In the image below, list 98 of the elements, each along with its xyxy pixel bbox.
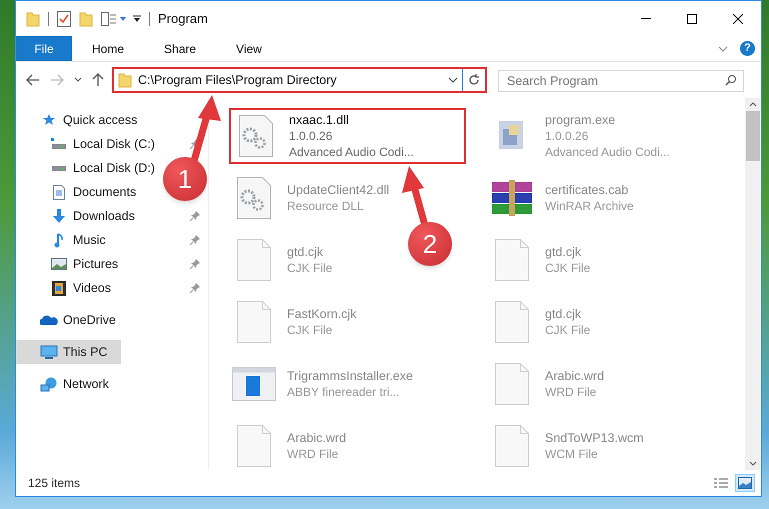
annotation-arrow — [402, 166, 428, 226]
file-detail: WinRAR Archive — [545, 198, 634, 214]
film-icon — [52, 280, 66, 296]
file-detail: WCM File — [545, 446, 599, 462]
file-name: SndToWP13.wcm — [545, 430, 644, 446]
ribbon-tab[interactable]: Share — [148, 36, 212, 61]
new-folder-icon — [79, 10, 93, 26]
monitor-icon — [40, 344, 58, 360]
search-icon — [725, 74, 737, 86]
file-name: TrigrammsInstaller.exe — [287, 368, 413, 384]
blank-document-icon — [495, 425, 529, 467]
file-detail: 1.0.0.26 — [289, 128, 334, 144]
scroll-thumb[interactable] — [746, 111, 760, 161]
sidebar-item[interactable]: Quick access — [16, 108, 142, 132]
file-detail: WRD File — [545, 384, 598, 400]
blank-document-icon — [237, 239, 271, 281]
blank-document-icon — [237, 425, 271, 467]
music-note-icon — [54, 232, 64, 248]
pin-icon[interactable] — [190, 235, 200, 245]
sidebar-item[interactable]: Pictures — [16, 252, 122, 276]
sidebar-item[interactable]: Local Disk (C:) — [16, 132, 159, 156]
file-detail: Advanced Audio Codi... — [545, 144, 670, 160]
file-detail: CJK File — [545, 260, 590, 276]
up-arrow-icon[interactable] — [92, 73, 104, 87]
refresh-icon[interactable] — [468, 74, 480, 86]
recent-dropdown-icon[interactable] — [74, 77, 82, 83]
customize-toolbar-icon[interactable] — [133, 14, 141, 22]
minimize-icon — [641, 18, 651, 19]
back-arrow-icon[interactable] — [26, 74, 40, 86]
blank-document-icon — [495, 239, 529, 281]
pin-icon[interactable] — [190, 283, 200, 293]
file-name: Arabic.wrd — [545, 368, 604, 384]
file-name: gtd.cjk — [287, 244, 324, 260]
sidebar-item[interactable]: This PC — [16, 340, 121, 364]
maximize-icon — [687, 14, 697, 24]
folder-icon — [26, 10, 40, 26]
folder-icon — [118, 72, 132, 88]
gear-document-icon — [239, 115, 273, 157]
sidebar-item[interactable]: Network — [16, 372, 113, 396]
close-icon — [733, 14, 743, 24]
blank-document-icon — [237, 301, 271, 343]
blank-document-icon — [495, 301, 529, 343]
file-name: certificates.cab — [545, 182, 630, 198]
file-name: Arabic.wrd — [287, 430, 346, 446]
scroll-down-icon[interactable] — [749, 461, 757, 466]
drive-icon — [51, 138, 67, 150]
picture-icon — [51, 258, 67, 270]
pin-icon[interactable] — [190, 211, 200, 221]
caret-icon[interactable] — [119, 16, 127, 22]
file-detail: Resource DLL — [287, 198, 365, 214]
address-path: C:\Program Files\Program Directory — [138, 72, 337, 89]
scrollbar[interactable] — [745, 98, 761, 470]
installer-window-icon — [232, 367, 276, 401]
file-name: UpdateClient42.dll — [287, 182, 390, 198]
file-name: nxaac.1.dll — [289, 112, 350, 128]
item-count: 125 items — [28, 475, 80, 492]
file-detail: 1.0.0.26 — [545, 128, 590, 144]
properties-icon[interactable] — [101, 12, 117, 26]
details-view-icon — [713, 477, 729, 489]
network-icon — [40, 376, 58, 392]
file-detail: CJK File — [287, 260, 332, 276]
view-toggle[interactable] — [735, 474, 755, 492]
download-arrow-icon — [52, 208, 66, 224]
search-field[interactable]: Search Program — [498, 70, 744, 92]
sidebar-item[interactable]: Videos — [16, 276, 115, 300]
file-detail: ABBY finereader tri... — [287, 384, 400, 400]
cloud-icon — [40, 315, 58, 325]
scroll-up-icon[interactable] — [749, 102, 757, 107]
file-name: gtd.cjk — [545, 306, 582, 322]
drive-icon — [51, 164, 67, 172]
file-detail: Advanced Audio Codi... — [289, 144, 414, 160]
sidebar-item[interactable]: Downloads — [16, 204, 139, 228]
file-name: program.exe — [545, 112, 616, 128]
help-button[interactable]: ? — [740, 41, 755, 56]
file-detail: WRD File — [287, 446, 340, 462]
archive-books-icon — [490, 180, 534, 216]
checklist-icon[interactable] — [57, 10, 71, 26]
file-name: gtd.cjk — [545, 244, 582, 260]
file-item[interactable]: nxaac.1.dll 1.0.0.26 Advanced Audio Codi... — [229, 108, 466, 164]
address-bar[interactable]: C:\Program Files\Program Directory — [112, 67, 487, 93]
large-icons-view-icon — [738, 477, 752, 489]
sidebar-item[interactable]: Local Disk (D:) — [16, 156, 159, 180]
pin-icon[interactable] — [190, 259, 200, 269]
file-detail: CJK File — [287, 322, 334, 338]
window-title: Program — [158, 10, 208, 28]
document-icon — [53, 184, 65, 200]
file-name: FastKorn.cjk — [287, 306, 356, 322]
sidebar-item[interactable]: OneDrive — [16, 308, 120, 332]
blank-document-icon — [495, 363, 529, 405]
file-detail: CJK File — [545, 322, 590, 338]
star-icon — [42, 113, 56, 127]
ribbon-tab[interactable]: Home — [76, 36, 140, 61]
chevron-down-icon[interactable] — [448, 77, 458, 83]
ribbon-tab[interactable]: View — [220, 36, 278, 61]
sidebar-item[interactable]: Documents — [16, 180, 140, 204]
gear-document-icon — [237, 177, 271, 219]
ribbon-tab[interactable]: File — [16, 36, 72, 61]
sidebar-item[interactable]: Music — [16, 228, 110, 252]
